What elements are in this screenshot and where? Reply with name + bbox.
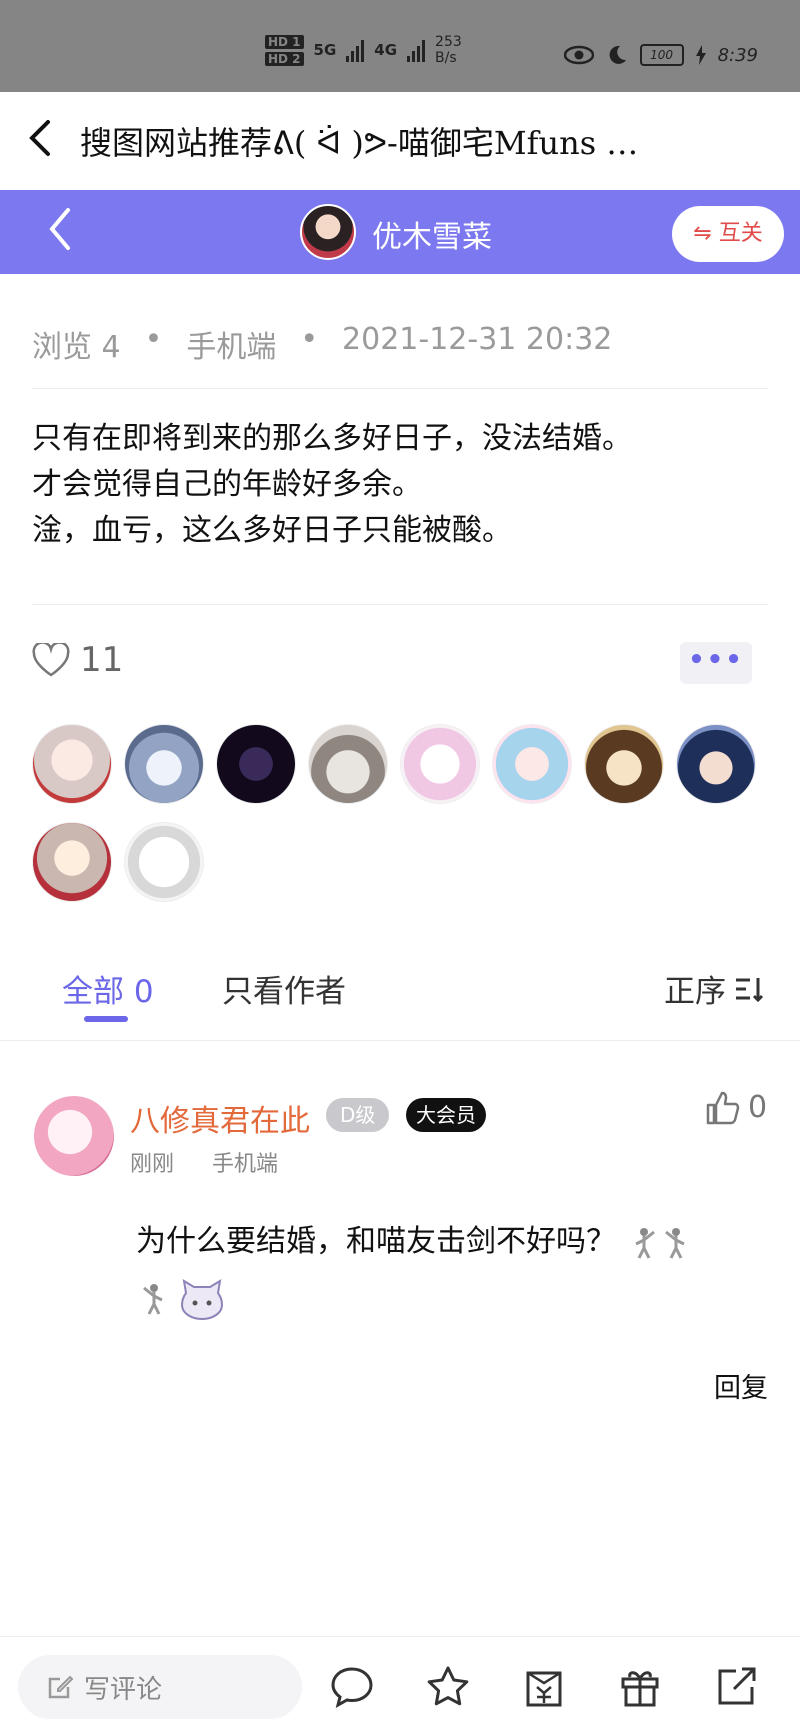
edit-icon xyxy=(48,1675,74,1699)
active-tab-indicator xyxy=(84,1016,128,1022)
eye-icon xyxy=(563,45,594,65)
liker-avatar[interactable] xyxy=(32,822,112,902)
sort-label: 正序 xyxy=(664,974,726,1010)
liker-avatar[interactable] xyxy=(676,724,756,804)
chevron-left-icon xyxy=(49,208,70,250)
liker-avatars xyxy=(32,724,772,902)
liker-avatar[interactable] xyxy=(308,724,388,804)
comment-input[interactable]: 写评论 xyxy=(18,1655,302,1719)
sort-order-button[interactable]: 正序 xyxy=(664,966,764,1011)
divider xyxy=(32,388,768,389)
comment-like-button[interactable]: 0 xyxy=(706,1090,767,1125)
divider xyxy=(32,604,768,605)
post-line: 只有在即将到来的那么多好日子，没法结婚。 xyxy=(32,421,632,456)
meta-separator: • xyxy=(144,322,163,357)
status-bar: HD 1 HD 2 5G 4G 253 B/s 100 8:39 xyxy=(0,0,800,92)
hd-indicators: HD 1 HD 2 xyxy=(265,34,304,66)
liker-avatar[interactable] xyxy=(400,724,480,804)
liker-avatar[interactable] xyxy=(32,724,112,804)
bottom-action-bar: 写评论 xyxy=(0,1636,800,1733)
thumbs-up-icon xyxy=(706,1091,740,1124)
network-indicators: HD 1 HD 2 5G 4G 253 B/s xyxy=(265,34,462,66)
post-line: 才会觉得自己的年龄好多余。 xyxy=(32,467,422,502)
header-back-button[interactable] xyxy=(44,204,76,262)
post-content: 只有在即将到来的那么多好日子，没法结婚。 才会觉得自己的年龄好多余。 淦，血亏，… xyxy=(32,416,768,554)
post-device: 手机端 xyxy=(186,330,277,365)
tab-all-comments[interactable]: 全部 0 xyxy=(62,966,154,1011)
liker-avatar[interactable] xyxy=(124,822,204,902)
comment-time: 刚刚 xyxy=(130,1152,175,1177)
vip-badge: 大会员 xyxy=(406,1098,486,1132)
clock: 8:39 xyxy=(717,44,758,66)
tab-author-only[interactable]: 只看作者 xyxy=(222,966,346,1011)
comment-like-count: 0 xyxy=(748,1090,768,1125)
chevron-left-icon xyxy=(29,119,50,156)
tab-all-label: 全部 xyxy=(62,974,124,1010)
reward-icon[interactable] xyxy=(522,1665,566,1709)
browser-titlebar: 搜图网站推荐ᕕ( ᐛ )ᕗ-喵御宅Mfuns … xyxy=(0,92,800,190)
divider xyxy=(0,1040,800,1041)
heart-icon xyxy=(32,643,70,677)
page-title: 搜图网站推荐ᕕ( ᐛ )ᕗ-喵御宅Mfuns … xyxy=(80,124,639,162)
liker-avatar[interactable] xyxy=(216,724,296,804)
comment-text: 为什么要结婚，和喵友击剑不好吗？ xyxy=(136,1214,756,1326)
comment-input-placeholder: 写评论 xyxy=(84,1674,163,1705)
comment-meta: 刚刚 手机端 xyxy=(130,1146,278,1178)
view-count: 浏览 4 xyxy=(32,330,121,365)
back-button[interactable] xyxy=(0,118,80,165)
signal-4g-icon xyxy=(407,38,426,62)
profile-header: 优木雪菜 ⇋ 互关 xyxy=(0,190,800,274)
charging-icon xyxy=(695,45,706,65)
liker-avatar[interactable] xyxy=(124,724,204,804)
comment-device: 手机端 xyxy=(212,1152,279,1177)
battery-indicator: 100 xyxy=(639,44,684,66)
post-datetime: 2021-12-31 20:32 xyxy=(342,322,613,357)
network-5g-label: 5G xyxy=(313,41,337,59)
post-meta: 浏览 4 • 手机端 • 2021-12-31 20:32 xyxy=(32,322,612,366)
sort-icon xyxy=(736,977,764,1002)
star-icon[interactable] xyxy=(426,1665,470,1709)
author-avatar[interactable] xyxy=(300,204,356,260)
liker-avatar[interactable] xyxy=(492,724,572,804)
mutual-follow-button[interactable]: ⇋ 互关 xyxy=(672,206,784,262)
post-line: 淦，血亏，这么多好日子只能被酸。 xyxy=(32,513,512,548)
level-badge: D级 xyxy=(326,1098,390,1132)
share-icon[interactable] xyxy=(714,1665,758,1709)
gift-icon[interactable] xyxy=(618,1665,662,1709)
like-count: 11 xyxy=(80,640,124,680)
commenter-avatar[interactable] xyxy=(34,1096,114,1176)
author-name[interactable]: 优木雪菜 xyxy=(372,212,492,256)
like-button[interactable]: 11 xyxy=(32,640,123,680)
fencing-emoji-icon xyxy=(634,1227,655,1259)
cat-sticker-icon xyxy=(180,1278,223,1320)
liker-avatar[interactable] xyxy=(584,724,664,804)
fencing-emoji-icon xyxy=(143,1283,163,1315)
comment-icon[interactable] xyxy=(330,1665,374,1709)
signal-5g-icon xyxy=(346,38,365,62)
fencing-emoji-icon xyxy=(664,1227,685,1259)
commenter-name[interactable]: 八修真君在此 xyxy=(130,1096,310,1140)
tab-all-count: 0 xyxy=(133,974,154,1010)
hd2-badge: HD 2 xyxy=(265,51,304,66)
moon-icon xyxy=(609,45,626,64)
network-4g-label: 4G xyxy=(374,41,398,59)
network-speed-value: 253 xyxy=(435,34,462,50)
reply-button[interactable]: 回复 xyxy=(714,1366,768,1405)
meta-separator: • xyxy=(300,322,319,357)
status-right: 100 8:39 xyxy=(563,44,758,66)
more-options-button[interactable]: ••• xyxy=(680,642,752,684)
network-speed: 253 B/s xyxy=(435,34,462,66)
network-speed-unit: B/s xyxy=(435,50,457,66)
hd1-badge: HD 1 xyxy=(265,34,304,49)
comment-body: 为什么要结婚，和喵友击剑不好吗？ xyxy=(136,1224,616,1259)
